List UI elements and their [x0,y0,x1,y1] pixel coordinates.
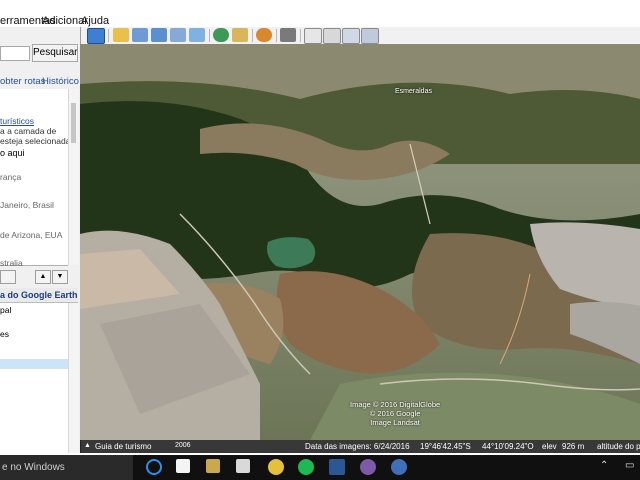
layers-scrollbar[interactable] [68,303,79,453]
tab-directions[interactable]: obter rotas [0,76,45,87]
polygon-icon[interactable] [132,28,148,42]
ruler-icon[interactable] [280,28,296,42]
placemark-icon[interactable] [113,28,129,42]
historical-imagery-icon[interactable] [213,28,229,42]
place-label[interactable]: Esmeraldas [395,88,432,95]
spotify-icon[interactable] [298,459,314,475]
elevation-value: 926 m [562,442,585,451]
file-explorer-icon[interactable] [236,459,250,473]
imagery-credits: Image © 2016 DigitalGlobe © 2016 Google … [350,400,440,427]
eye-altitude: altitude do po [597,442,640,451]
longitude: 44°10'09.24"O [482,442,534,451]
credit-line: Image Landsat [370,418,420,427]
save-image-icon[interactable] [342,28,360,44]
result-text: a a camada de [0,126,57,136]
menu-ajuda[interactable]: Ajuda [81,15,109,27]
result-text[interactable]: Janeiro, Brasil [0,200,54,210]
search-button[interactable]: Pesquisar [32,44,78,62]
network-icon[interactable]: ▭ [625,460,634,471]
menu-bar: erramentas Adicionar Ajuda [0,0,640,28]
chrome-icon[interactable] [268,459,284,475]
result-text[interactable]: de Arizona, EUA [0,230,62,240]
map-toolbar [80,27,640,45]
edge-icon[interactable] [146,459,162,475]
latitude: 19°46'42.45"S [420,442,471,451]
historical-year: 2006 [175,442,191,449]
image-overlay-icon[interactable] [170,28,186,42]
email-icon[interactable] [304,28,322,44]
sidebar-toggle-icon[interactable] [87,28,105,44]
move-down-icon[interactable]: ▼ [52,270,68,284]
result-text: o aqui [0,148,25,158]
store-icon[interactable] [176,459,190,473]
move-up-icon[interactable]: ▲ [35,270,51,284]
result-link[interactable]: turísticos [0,116,34,126]
layers-panel: pal es [0,303,68,453]
layers-header[interactable]: a do Google Earth [0,288,78,303]
google-earth-icon[interactable] [391,459,407,475]
layer-item[interactable]: pal [0,305,11,315]
credit-line: Image © 2016 DigitalGlobe [350,400,441,409]
search-results-panel: turísticos a a camada de esteja selecion… [0,89,71,268]
tab-history[interactable]: Histórico [42,76,79,87]
app-icon[interactable] [360,459,376,475]
left-sidebar: Pesquisar obter rotas Histórico turístic… [0,27,81,453]
imagery-date: Data das imagens: 6/24/2016 [305,442,410,451]
result-text: esteja selecionada [0,136,71,146]
result-text[interactable]: rança [0,172,21,182]
tour-guide-label[interactable]: Guia de turismo [95,442,151,451]
credit-line: © 2016 Google [369,409,421,418]
satellite-terrain [80,44,640,440]
tour-guide-bar: ▲ Guia de turismo 2006 Data das imagens:… [80,440,640,453]
record-tour-icon[interactable] [189,28,205,42]
blank-input[interactable] [0,270,16,284]
elevation-label: elev [542,442,557,451]
layer-item[interactable]: es [0,329,9,339]
planets-icon[interactable] [256,28,272,42]
map-view[interactable]: Esmeraldas Image © 2016 DigitalGlobe © 2… [80,44,640,440]
search-input[interactable] [0,46,30,61]
results-scrollbar[interactable] [68,89,79,265]
result-text[interactable]: stralia [0,258,23,268]
layers-title: a do Google Earth [0,290,78,300]
word-icon[interactable] [329,459,345,475]
view-in-maps-icon[interactable] [361,28,379,44]
print-icon[interactable] [323,28,341,44]
sunlight-icon[interactable] [232,28,248,42]
tray-chevron-icon[interactable]: ⌃ [600,460,608,471]
tour-expand-icon[interactable]: ▲ [84,442,91,449]
selected-layer-row[interactable] [0,359,68,369]
scrollbar-thumb[interactable] [71,103,76,143]
windows-taskbar: e no Windows ⌃ ▭ [0,455,640,480]
path-icon[interactable] [151,28,167,42]
taskbar-search-box[interactable]: e no Windows [0,455,133,480]
taskbar-search-text: e no Windows [2,462,65,473]
media-player-icon[interactable] [206,459,220,473]
